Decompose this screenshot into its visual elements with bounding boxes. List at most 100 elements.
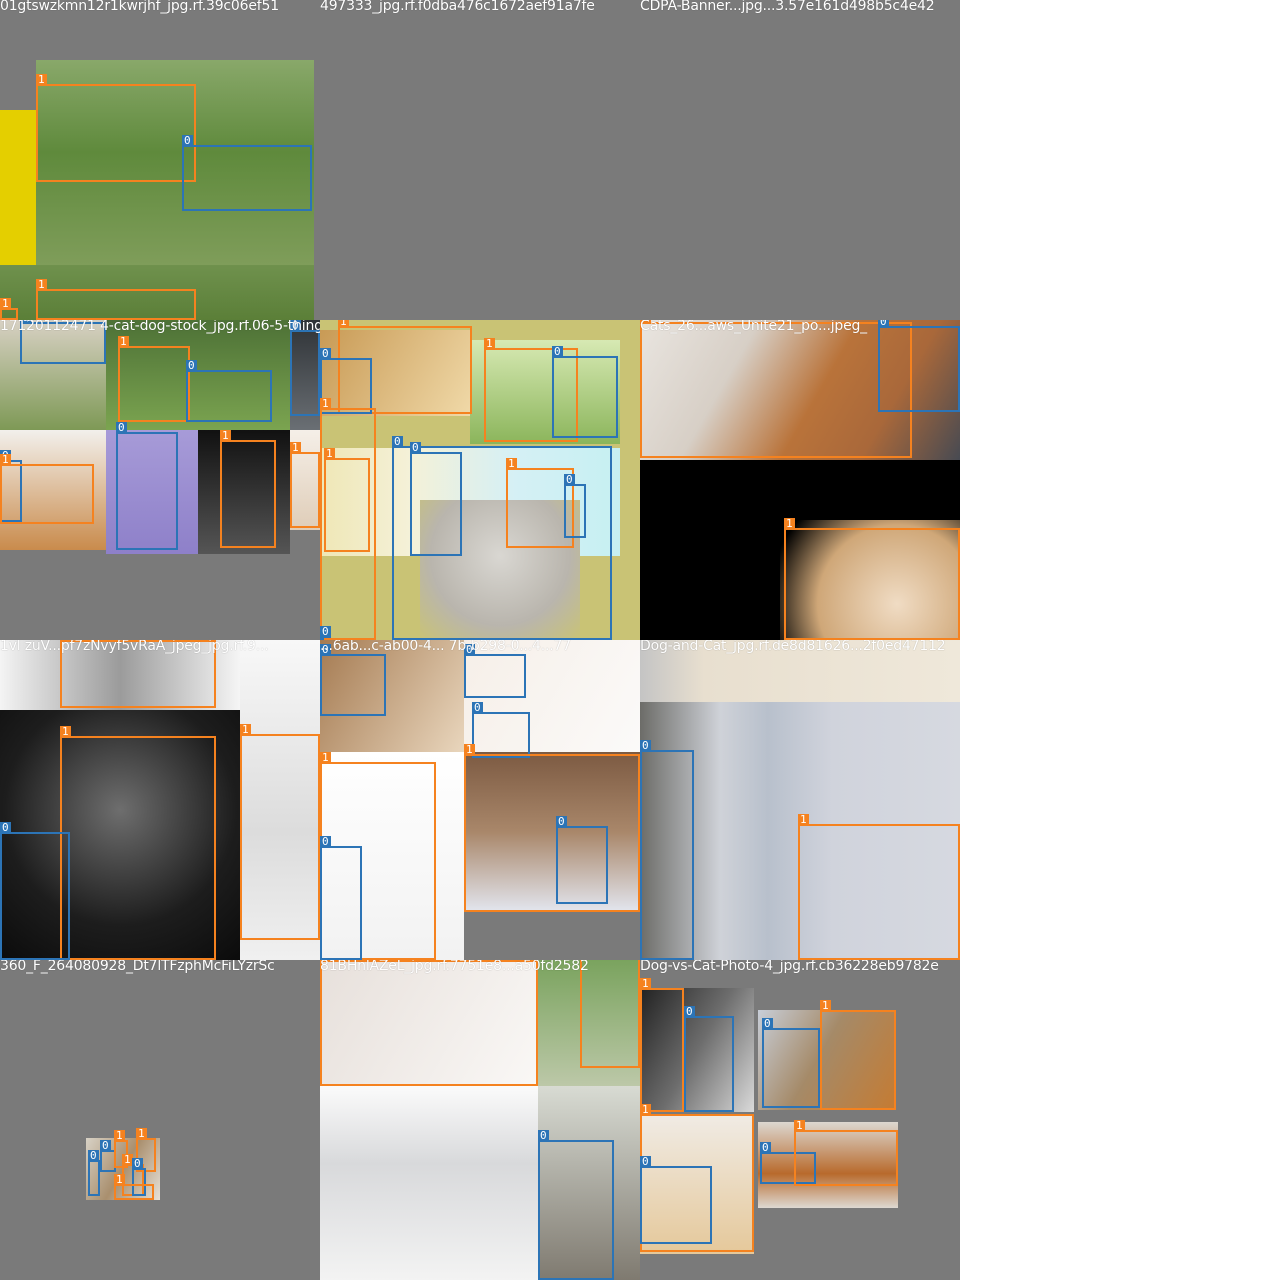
bbox-class-1: 1 xyxy=(220,430,276,548)
bbox-class-1: 1 xyxy=(290,442,320,528)
bbox-label: 1 xyxy=(60,725,71,738)
bbox-label: 0 xyxy=(640,739,651,752)
bbox-label: 0 xyxy=(878,320,889,328)
bbox-class-1: 1 xyxy=(794,1120,898,1186)
bbox-class-0: 0 xyxy=(186,360,272,422)
bbox-label: 1 xyxy=(640,977,651,990)
tile-filename: 81BHnlAZeL_jpg.rf.7751e8...a50fd2582 xyxy=(320,960,589,974)
bbox-class-1: 1 xyxy=(240,724,320,940)
bbox-label: 1 xyxy=(114,1173,125,1186)
bbox-class-0: 0 xyxy=(564,474,586,538)
bbox-class-0: 0 xyxy=(182,135,312,211)
bbox-class-0: 0 xyxy=(538,1130,614,1280)
bbox-label: 0 xyxy=(760,1141,771,1154)
tile-filename: 1vl zuV...pf7zNvyf5vRaA_jpeg_jpg.rf.9... xyxy=(0,640,269,654)
mosaic-tile: 0 0 1 1 1 0 1 360_F_264080928_Dt7lTFzphMcFiLYzr… xyxy=(0,960,320,1280)
bbox-class-0: 0 xyxy=(290,320,320,416)
mosaic-tile: 101Cats_26...aws_Unite21_po...jpeg_ xyxy=(640,320,960,640)
bbox-label: 1 xyxy=(640,1103,651,1116)
mosaic-tile: 11 0 81BHnlAZeL_jpg.rf.7751e8...a50fd2582 xyxy=(320,960,640,1280)
tile-filename: Dog-vs-Cat-Photo-4_jpg.rf.cb36228eb9782e xyxy=(640,960,939,974)
bbox-label: 0 xyxy=(186,359,197,372)
bbox-label: 1 xyxy=(484,337,495,350)
bbox-class-0: 0 xyxy=(762,1018,820,1108)
bbox-label: 0 xyxy=(320,835,331,848)
bbox-class-1: 1 xyxy=(784,518,960,640)
bbox-class-1: 1 xyxy=(118,336,190,422)
mosaic-tile: 01001001497333_jpg.rf.f0dba476c1672aef91… xyxy=(320,0,640,320)
mosaic-tile: 0 1 Dog-and-Cat_jpg.rf.de8d81626...2f0ed47… xyxy=(640,640,960,960)
photo-region xyxy=(320,1086,538,1280)
bbox-class-0: 0 xyxy=(88,1150,100,1196)
bbox-label: 1 xyxy=(290,441,301,454)
bbox-class-0: 0 xyxy=(116,422,178,550)
bbox-label: 0 xyxy=(684,1005,695,1018)
detection-mosaic: 1 0 1 1 01gtswzkmn12r1kwrjhf_jpg.rf.39c06ef5… xyxy=(0,0,960,1280)
bbox-class-0: 0 xyxy=(410,442,462,556)
mosaic-tile: 1 0 1 1 01gtswzkmn12r1kwrjhf_jpg.rf.39c06ef5… xyxy=(0,0,320,320)
bbox-label: 1 xyxy=(0,453,11,466)
bbox-label: 1 xyxy=(324,447,335,460)
bbox-label: 1 xyxy=(320,751,331,764)
bbox-label: 0 xyxy=(564,473,575,486)
bbox-label: 1 xyxy=(36,278,47,291)
bbox-label: 0 xyxy=(320,347,331,360)
bbox-label: 1 xyxy=(794,1119,805,1132)
bbox-class-1: 1 xyxy=(0,454,94,524)
bbox-label: 1 xyxy=(798,813,809,826)
bbox-class-0: 0 xyxy=(472,702,530,758)
bbox-label: 0 xyxy=(538,1129,549,1142)
bbox-label: 0 xyxy=(762,1017,773,1030)
bbox-class-1: 1 xyxy=(640,978,684,1112)
bbox-label: 0 xyxy=(552,345,563,358)
bbox-label: 1 xyxy=(784,517,795,530)
bbox-class-0: 0 xyxy=(878,320,960,412)
bbox-class-0: 0 xyxy=(320,644,386,716)
bbox-label: 1 xyxy=(114,1129,125,1142)
tile-filename: CDPA-Banner...jpg...3.57e161d498b5c4e42 xyxy=(640,0,935,14)
tile-filename: Cats_26...aws_Unite21_po...jpeg_ xyxy=(640,320,867,334)
bbox-label: 1 xyxy=(320,397,331,410)
bbox-class-0: 0 xyxy=(640,1156,712,1244)
bbox-label: 0 xyxy=(556,815,567,828)
bbox-label: 0 xyxy=(410,441,421,454)
bbox-class-0: 0 xyxy=(640,740,694,960)
bbox-label: 0 xyxy=(640,1155,651,1168)
bbox-label: 0 xyxy=(132,1157,143,1170)
bbox-label: 0 xyxy=(182,134,193,147)
bbox-label: 1 xyxy=(136,1127,147,1140)
bbox-class-1: 1 xyxy=(0,298,18,320)
mosaic-tile: 0 0 0 1 0 1 0 ...6ab...c-ab00-4... 7b-b298-0...… xyxy=(320,640,640,960)
bbox-class-0: 0 xyxy=(552,346,618,438)
bbox-class-0: 0 xyxy=(684,1006,734,1112)
tile-filename: ...6ab...c-ab00-4... 7b-b298-0...4...77 xyxy=(320,640,571,654)
mosaic-tile: 10101001100 xyxy=(320,320,640,640)
bbox-class-1: 1 xyxy=(798,814,960,960)
bbox-label: 1 xyxy=(118,335,129,348)
mosaic-tile: 11011vl zuV...pf7zNvyf5vRaA_jpeg_jpg.rf.… xyxy=(0,640,320,960)
bbox-class-1: 1 xyxy=(580,960,640,1068)
bbox-class-0: 0 xyxy=(464,644,526,698)
bbox-label: 0 xyxy=(88,1149,99,1162)
bbox-class-1: 1 xyxy=(114,1174,154,1200)
bbox-label: 0 xyxy=(0,821,11,834)
bbox-label: 0 xyxy=(392,435,403,448)
bbox-label: 1 xyxy=(220,429,231,442)
bbox-label: 1 xyxy=(36,73,47,86)
bbox-label: 0 xyxy=(472,701,483,714)
bbox-label: 1 xyxy=(506,457,517,470)
bbox-class-1: 1 xyxy=(640,320,912,458)
bbox-class-0: 0 xyxy=(0,822,70,960)
tile-filename: 497333_jpg.rf.f0dba476c1672aef91a7fe xyxy=(320,0,595,14)
bbox-class-1: 1 xyxy=(60,726,216,960)
bbox-class-1: 1 xyxy=(820,1000,896,1110)
tile-filename: 01gtswzkmn12r1kwrjhf_jpg.rf.39c06ef51 xyxy=(0,0,279,14)
bbox-label: 0 xyxy=(100,1139,111,1152)
bbox-label: 1 xyxy=(0,297,11,310)
bbox-label: 0 xyxy=(320,625,331,638)
bbox-class-1: 1 xyxy=(36,279,196,320)
bbox-class-1: 1 xyxy=(36,74,196,182)
bbox-class-0: 0 xyxy=(320,836,362,960)
bbox-class-1: 1 xyxy=(320,960,538,1086)
mosaic-tile: 01001101CDPA-Banner...jpg...3.57e161d498… xyxy=(640,0,960,320)
